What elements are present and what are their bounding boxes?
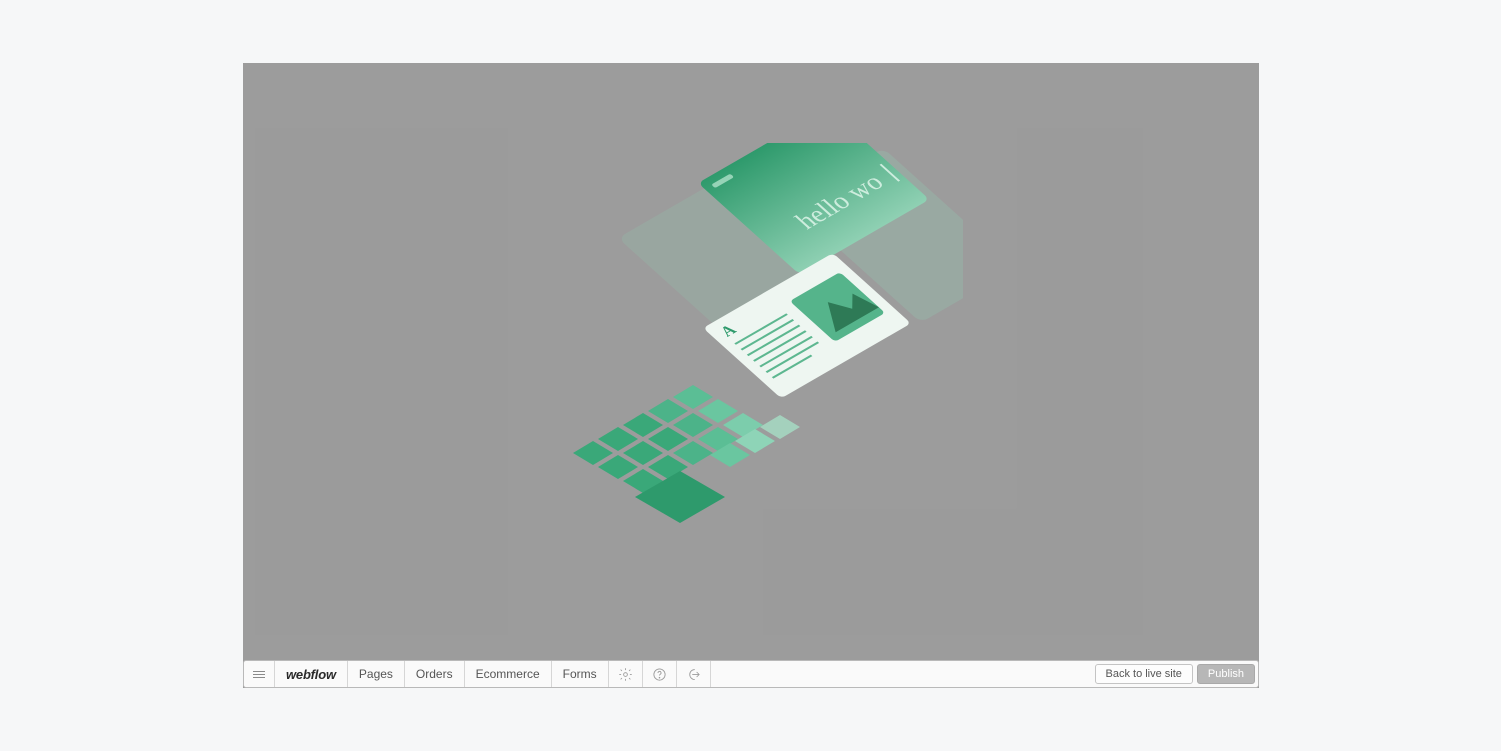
publish-label: Publish bbox=[1208, 668, 1244, 680]
help-button[interactable] bbox=[643, 661, 677, 687]
menu-toggle[interactable] bbox=[244, 661, 275, 687]
webflow-logo-text: webflow bbox=[286, 667, 336, 682]
hamburger-icon bbox=[253, 669, 265, 680]
nav-pages[interactable]: Pages bbox=[348, 661, 405, 687]
nav-ecommerce-label: Ecommerce bbox=[476, 667, 540, 681]
publish-button[interactable]: Publish bbox=[1197, 664, 1255, 684]
toolbar-left: webflow Pages Orders Ecommerce Forms bbox=[244, 661, 1092, 687]
back-to-live-site-button[interactable]: Back to live site bbox=[1095, 664, 1193, 684]
help-icon bbox=[652, 667, 667, 682]
settings-button[interactable] bbox=[609, 661, 643, 687]
nav-orders[interactable]: Orders bbox=[405, 661, 465, 687]
gear-icon bbox=[618, 667, 633, 682]
logout-button[interactable] bbox=[677, 661, 711, 687]
toolbar-right: Back to live site Publish bbox=[1092, 661, 1259, 687]
editor-toolbar: webflow Pages Orders Ecommerce Forms bbox=[243, 660, 1259, 688]
editor-canvas: hello wo A bbox=[243, 63, 1259, 688]
brand-label[interactable]: webflow bbox=[275, 661, 348, 687]
nav-forms[interactable]: Forms bbox=[552, 661, 609, 687]
nav-pages-label: Pages bbox=[359, 667, 393, 681]
logout-icon bbox=[686, 667, 701, 682]
nav-ecommerce[interactable]: Ecommerce bbox=[465, 661, 552, 687]
loading-overlay bbox=[243, 63, 1259, 688]
nav-forms-label: Forms bbox=[563, 667, 597, 681]
nav-orders-label: Orders bbox=[416, 667, 453, 681]
back-label: Back to live site bbox=[1106, 668, 1182, 680]
